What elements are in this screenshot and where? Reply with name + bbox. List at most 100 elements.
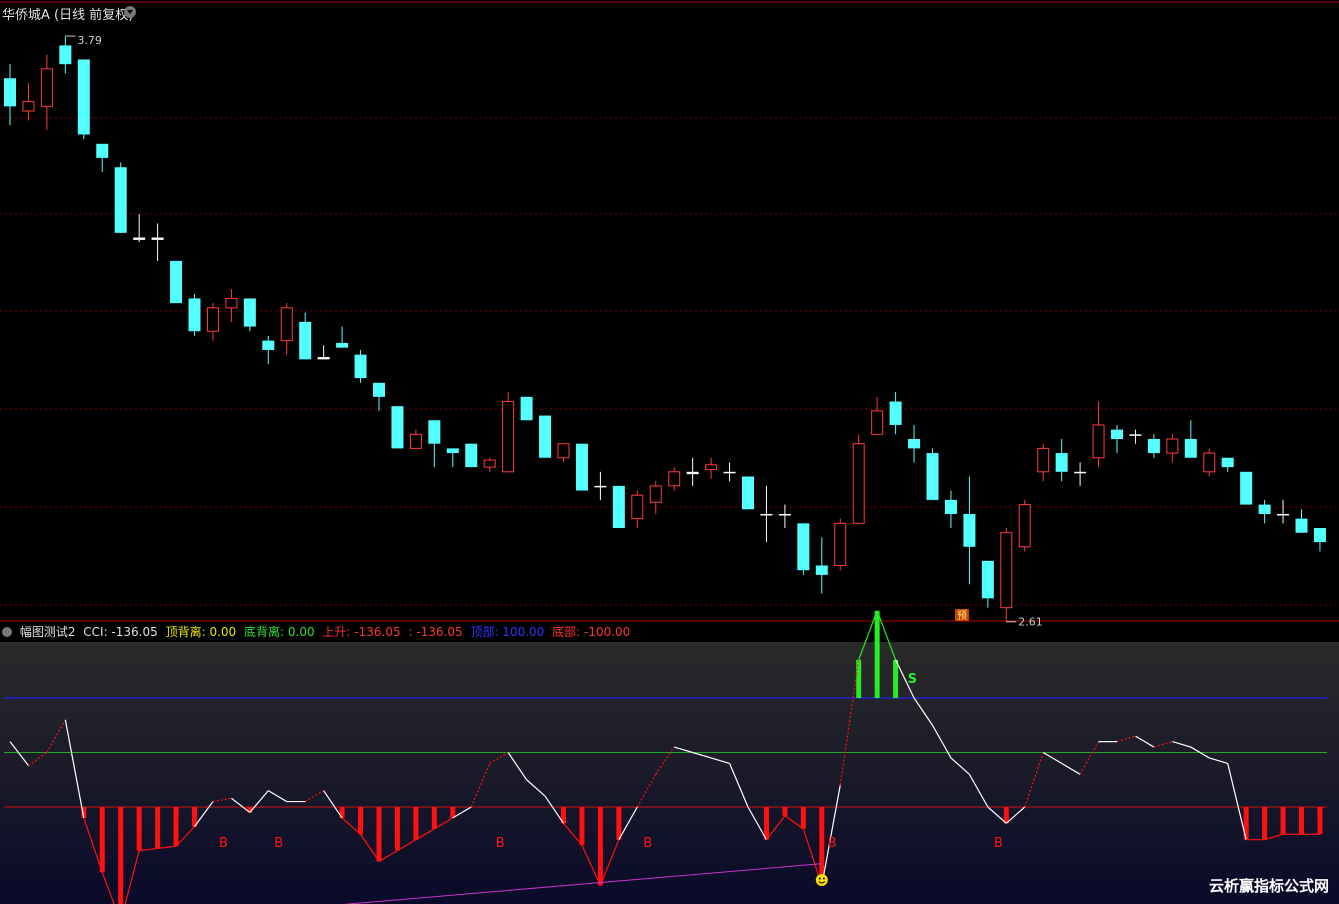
candle-body: [871, 410, 884, 435]
buy-bar: [155, 807, 161, 849]
candle: [1037, 443, 1050, 482]
candle: [649, 481, 662, 514]
candle-body: [1147, 439, 1160, 454]
candle-body: [944, 499, 957, 514]
candle-body: [852, 443, 865, 524]
candle-body: [797, 523, 810, 571]
candle-body: [1092, 424, 1105, 459]
top-divergence-value: 顶背离: 0.00: [165, 625, 237, 639]
candle-body: [1313, 528, 1326, 543]
candle-body: [280, 307, 293, 342]
candle-body: [1277, 513, 1290, 516]
chevron-down-icon[interactable]: [124, 6, 136, 18]
buy-bar: [376, 807, 382, 862]
candle-body: [1018, 504, 1031, 548]
candle: [446, 448, 459, 468]
candle: [668, 467, 681, 491]
candle-body: [1000, 532, 1013, 609]
buy-bar: [394, 807, 400, 851]
indicator-header: 幅图测试2 CCI: -136.05 顶背离: 0.00 底背离: 0.00 上…: [0, 624, 1339, 640]
candle: [944, 490, 957, 529]
buy-signal-label: B: [274, 836, 283, 851]
candle-body: [1221, 457, 1234, 468]
candle-body: [188, 298, 201, 332]
sell-bar: [893, 659, 899, 698]
high-price-label: 3.79: [77, 34, 102, 47]
candle: [760, 485, 773, 543]
candle-body: [391, 406, 404, 449]
candle-body: [575, 443, 588, 491]
candle-body: [1111, 429, 1123, 440]
buy-signal-label: B: [643, 836, 652, 851]
buy-bar: [173, 807, 179, 847]
candle-body: [594, 485, 607, 488]
candle-body: [963, 513, 976, 547]
candle: [206, 303, 219, 341]
indicator-name[interactable]: 幅图测试2: [20, 625, 76, 639]
candle: [428, 420, 441, 468]
candle-body: [1184, 439, 1197, 458]
rise-value: 上升: -136.05: [322, 625, 401, 639]
candle: [409, 429, 422, 449]
candle: [594, 471, 607, 500]
candle: [981, 560, 994, 608]
buy-bar: [782, 807, 788, 816]
candle: [483, 457, 496, 472]
stock-chart-canvas[interactable]: 3.792.61预 B B B B B B S: [0, 0, 1339, 904]
candle-body: [483, 459, 496, 468]
candle-body: [336, 342, 349, 348]
candle: [742, 476, 754, 510]
smiley-eye: [818, 877, 821, 880]
candle: [114, 162, 127, 233]
candle-body: [1240, 471, 1253, 505]
candle: [1092, 401, 1105, 468]
candle-body: [317, 357, 330, 360]
buy-bar: [1003, 807, 1009, 824]
candlestick-series: 3.792.61预: [4, 34, 1326, 629]
rise-value-2: : -136.05: [408, 625, 463, 639]
candle-body: [151, 237, 164, 240]
candle: [1111, 424, 1123, 454]
candle-body: [760, 513, 773, 516]
cci-value: CCI: -136.05: [83, 625, 158, 639]
candle: [22, 82, 35, 121]
candle-body: [834, 522, 847, 567]
candle-body: [778, 513, 791, 516]
candle-body: [1203, 452, 1216, 473]
candle-body: [742, 476, 754, 510]
buy-signal-label: B: [219, 836, 228, 851]
candle: [686, 457, 699, 486]
candle: [188, 293, 201, 336]
candle: [1055, 439, 1068, 482]
candle: [778, 504, 791, 529]
candle: [705, 457, 718, 479]
top-level-value: 顶部: 100.00: [470, 625, 545, 639]
candle-body: [1074, 471, 1087, 474]
sell-signal-label: S: [908, 672, 917, 687]
candle-body: [557, 443, 570, 459]
candle: [1313, 528, 1326, 552]
buy-bar: [1317, 807, 1323, 835]
candle-body: [649, 485, 662, 503]
candle-body: [1055, 453, 1068, 472]
buy-bar: [616, 807, 622, 840]
buy-bar: [118, 807, 124, 904]
candle: [225, 289, 238, 322]
candle: [133, 214, 146, 243]
buy-bar: [431, 807, 437, 829]
candle: [575, 443, 588, 491]
candle: [373, 382, 385, 411]
candle-body: [77, 59, 90, 135]
candle-body: [631, 494, 644, 520]
buy-bar: [1262, 807, 1268, 840]
candle-body: [4, 78, 16, 107]
candle: [631, 490, 644, 529]
candle-body: [225, 297, 238, 309]
buy-bar: [597, 807, 603, 886]
candle-body: [114, 167, 127, 233]
candle-body: [908, 439, 921, 449]
collapse-icon[interactable]: [2, 627, 12, 637]
candle: [336, 326, 349, 348]
candle: [815, 537, 828, 594]
forecast-badge-label: 预: [957, 610, 967, 622]
